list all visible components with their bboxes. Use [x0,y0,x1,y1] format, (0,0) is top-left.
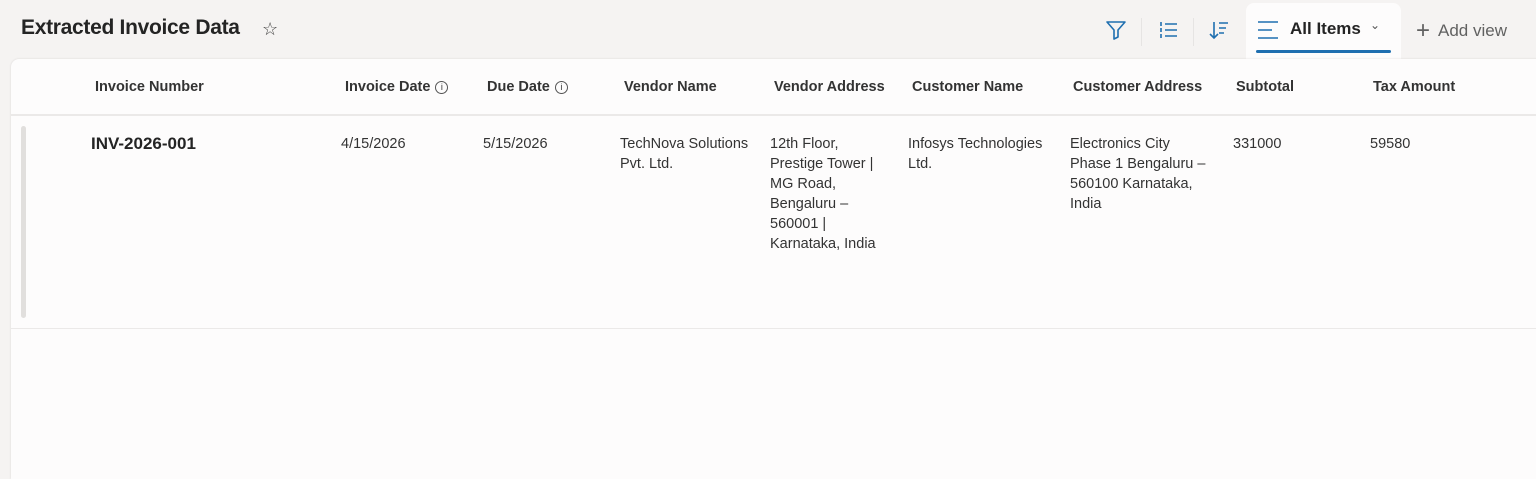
info-icon[interactable]: i [435,80,449,94]
cell-vendor-name: TechNova Solutions Pvt. Ltd. [620,136,749,172]
page-title: Extracted Invoice Data [21,16,240,39]
plus-icon: + [1416,17,1431,44]
info-icon[interactable]: i [554,80,568,94]
table-row[interactable]: INV-2026-001 4/15/2026 5/15/2026 TechNov… [11,116,1536,329]
cell-invoice-number[interactable]: INV-2026-001 [91,134,196,154]
column-header-due-date[interactable]: Due Date i [487,79,568,95]
column-header-customer-name[interactable]: Customer Name [912,79,1023,95]
cell-subtotal: 331000 [1233,136,1282,152]
list-view: Invoice Number Invoice Date i Due Date i V… [11,59,1536,479]
column-header-subtotal[interactable]: Subtotal [1236,79,1294,95]
divider [1141,18,1142,46]
column-header-invoice-date[interactable]: Invoice Date i [345,79,449,95]
cell-customer-name: Infosys Technologies Ltd. [908,136,1043,172]
column-header-invoice-number[interactable]: Invoice Number [95,79,204,95]
column-header-customer-address[interactable]: Customer Address [1073,79,1202,95]
cell-customer-address: Electronics City Phase 1 Bengaluru – 560… [1070,136,1206,212]
sort-icon[interactable] [1205,16,1233,44]
divider [1193,18,1194,46]
view-list-icon [1258,21,1278,39]
view-tab-all-items[interactable]: All Items ⌄ [1246,3,1401,59]
active-tab-indicator [1256,50,1391,53]
column-header-vendor-address[interactable]: Vendor Address [774,79,885,95]
add-view-label: Add view [1438,21,1507,40]
add-view-button[interactable]: + Add view [1416,17,1507,45]
table-header: Invoice Number Invoice Date i Due Date i V… [11,59,1536,116]
list-icon[interactable] [1154,16,1182,44]
star-icon[interactable]: ☆ [262,19,278,40]
column-header-vendor-name[interactable]: Vendor Name [624,79,717,95]
cell-invoice-date: 4/15/2026 [341,136,406,152]
filter-icon[interactable] [1102,16,1130,44]
row-selection-bar[interactable] [21,126,26,318]
view-label: All Items [1290,19,1361,38]
cell-tax-amount: 59580 [1370,136,1411,152]
column-header-tax-amount[interactable]: Tax Amount [1373,79,1455,95]
cell-due-date: 5/15/2026 [483,136,548,152]
chevron-down-icon[interactable]: ⌄ [1370,18,1380,32]
cell-vendor-address: 12th Floor, Prestige Tower | MG Road, Be… [770,136,876,252]
